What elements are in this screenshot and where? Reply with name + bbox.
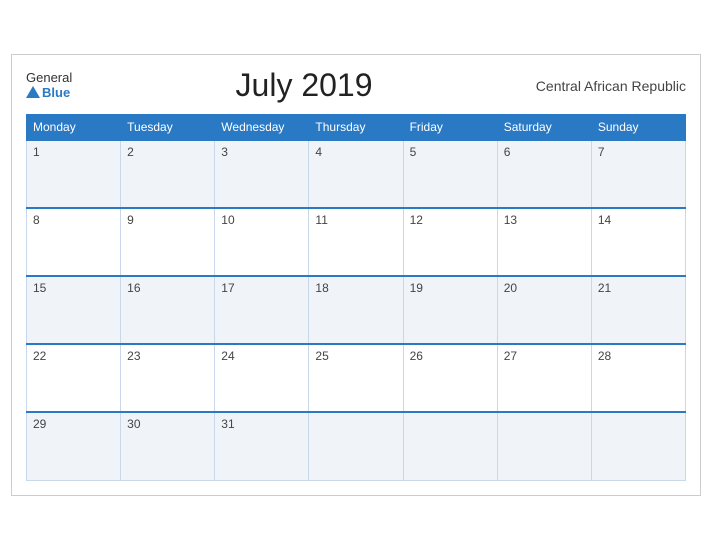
day-number: 10 [221, 213, 234, 227]
calendar-day-cell: 14 [591, 208, 685, 276]
logo-blue-text: Blue [42, 85, 70, 100]
calendar-day-cell: 13 [497, 208, 591, 276]
logo-triangle-icon [26, 86, 40, 98]
calendar-week-row: 22 23 24 25 26 27 28 [27, 344, 686, 412]
calendar-day-cell: 30 [121, 412, 215, 480]
day-number: 18 [315, 281, 328, 295]
day-number: 7 [598, 145, 605, 159]
weekday-header: Wednesday [215, 115, 309, 141]
calendar-day-cell: 27 [497, 344, 591, 412]
calendar-day-cell: 20 [497, 276, 591, 344]
calendar-day-cell [403, 412, 497, 480]
day-number: 31 [221, 417, 234, 431]
weekday-header: Thursday [309, 115, 403, 141]
day-number: 14 [598, 213, 611, 227]
day-number: 6 [504, 145, 511, 159]
day-number: 4 [315, 145, 322, 159]
day-number: 3 [221, 145, 228, 159]
logo-general-text: General [26, 71, 72, 85]
calendar-week-row: 8 9 10 11 12 13 14 [27, 208, 686, 276]
calendar-day-cell: 4 [309, 140, 403, 208]
calendar-day-cell: 31 [215, 412, 309, 480]
calendar-day-cell: 22 [27, 344, 121, 412]
weekday-header: Saturday [497, 115, 591, 141]
calendar-day-cell: 15 [27, 276, 121, 344]
calendar-day-cell: 3 [215, 140, 309, 208]
calendar-title: July 2019 [236, 67, 373, 104]
calendar-day-cell [497, 412, 591, 480]
day-number: 13 [504, 213, 517, 227]
day-number: 15 [33, 281, 46, 295]
day-number: 17 [221, 281, 234, 295]
calendar-week-row: 15 16 17 18 19 20 21 [27, 276, 686, 344]
day-number: 19 [410, 281, 423, 295]
day-number: 24 [221, 349, 234, 363]
calendar-region: Central African Republic [536, 78, 686, 94]
calendar-day-cell [591, 412, 685, 480]
weekday-header-row: MondayTuesdayWednesdayThursdayFridaySatu… [27, 115, 686, 141]
day-number: 30 [127, 417, 140, 431]
calendar-week-row: 29 30 31 [27, 412, 686, 480]
day-number: 22 [33, 349, 46, 363]
calendar-day-cell: 28 [591, 344, 685, 412]
weekday-header: Monday [27, 115, 121, 141]
calendar-day-cell: 19 [403, 276, 497, 344]
day-number: 2 [127, 145, 134, 159]
calendar-day-cell: 7 [591, 140, 685, 208]
day-number: 20 [504, 281, 517, 295]
day-number: 26 [410, 349, 423, 363]
calendar-day-cell: 18 [309, 276, 403, 344]
calendar-day-cell: 10 [215, 208, 309, 276]
day-number: 28 [598, 349, 611, 363]
day-number: 27 [504, 349, 517, 363]
weekday-header: Friday [403, 115, 497, 141]
calendar-day-cell: 8 [27, 208, 121, 276]
calendar-day-cell: 5 [403, 140, 497, 208]
calendar-day-cell: 29 [27, 412, 121, 480]
logo-blue-area: Blue [26, 85, 70, 100]
calendar-tbody: 1234567891011121314151617181920212223242… [27, 140, 686, 480]
day-number: 21 [598, 281, 611, 295]
day-number: 23 [127, 349, 140, 363]
logo-area: General Blue [26, 71, 72, 100]
calendar-header: General Blue July 2019 Central African R… [26, 67, 686, 104]
day-number: 11 [315, 213, 327, 227]
calendar-day-cell: 12 [403, 208, 497, 276]
calendar-day-cell: 11 [309, 208, 403, 276]
calendar-day-cell: 1 [27, 140, 121, 208]
calendar-day-cell: 25 [309, 344, 403, 412]
weekday-header: Tuesday [121, 115, 215, 141]
day-number: 9 [127, 213, 134, 227]
day-number: 29 [33, 417, 46, 431]
day-number: 12 [410, 213, 423, 227]
calendar-day-cell [309, 412, 403, 480]
day-number: 8 [33, 213, 40, 227]
calendar-day-cell: 6 [497, 140, 591, 208]
weekday-header: Sunday [591, 115, 685, 141]
calendar-container: General Blue July 2019 Central African R… [11, 54, 701, 496]
day-number: 16 [127, 281, 140, 295]
calendar-day-cell: 16 [121, 276, 215, 344]
calendar-day-cell: 2 [121, 140, 215, 208]
calendar-day-cell: 26 [403, 344, 497, 412]
day-number: 25 [315, 349, 328, 363]
calendar-day-cell: 17 [215, 276, 309, 344]
calendar-day-cell: 21 [591, 276, 685, 344]
calendar-table: MondayTuesdayWednesdayThursdayFridaySatu… [26, 114, 686, 481]
day-number: 1 [33, 145, 40, 159]
calendar-day-cell: 24 [215, 344, 309, 412]
calendar-day-cell: 9 [121, 208, 215, 276]
day-number: 5 [410, 145, 417, 159]
calendar-week-row: 1 2 3 4 5 6 7 [27, 140, 686, 208]
calendar-day-cell: 23 [121, 344, 215, 412]
calendar-thead: MondayTuesdayWednesdayThursdayFridaySatu… [27, 115, 686, 141]
